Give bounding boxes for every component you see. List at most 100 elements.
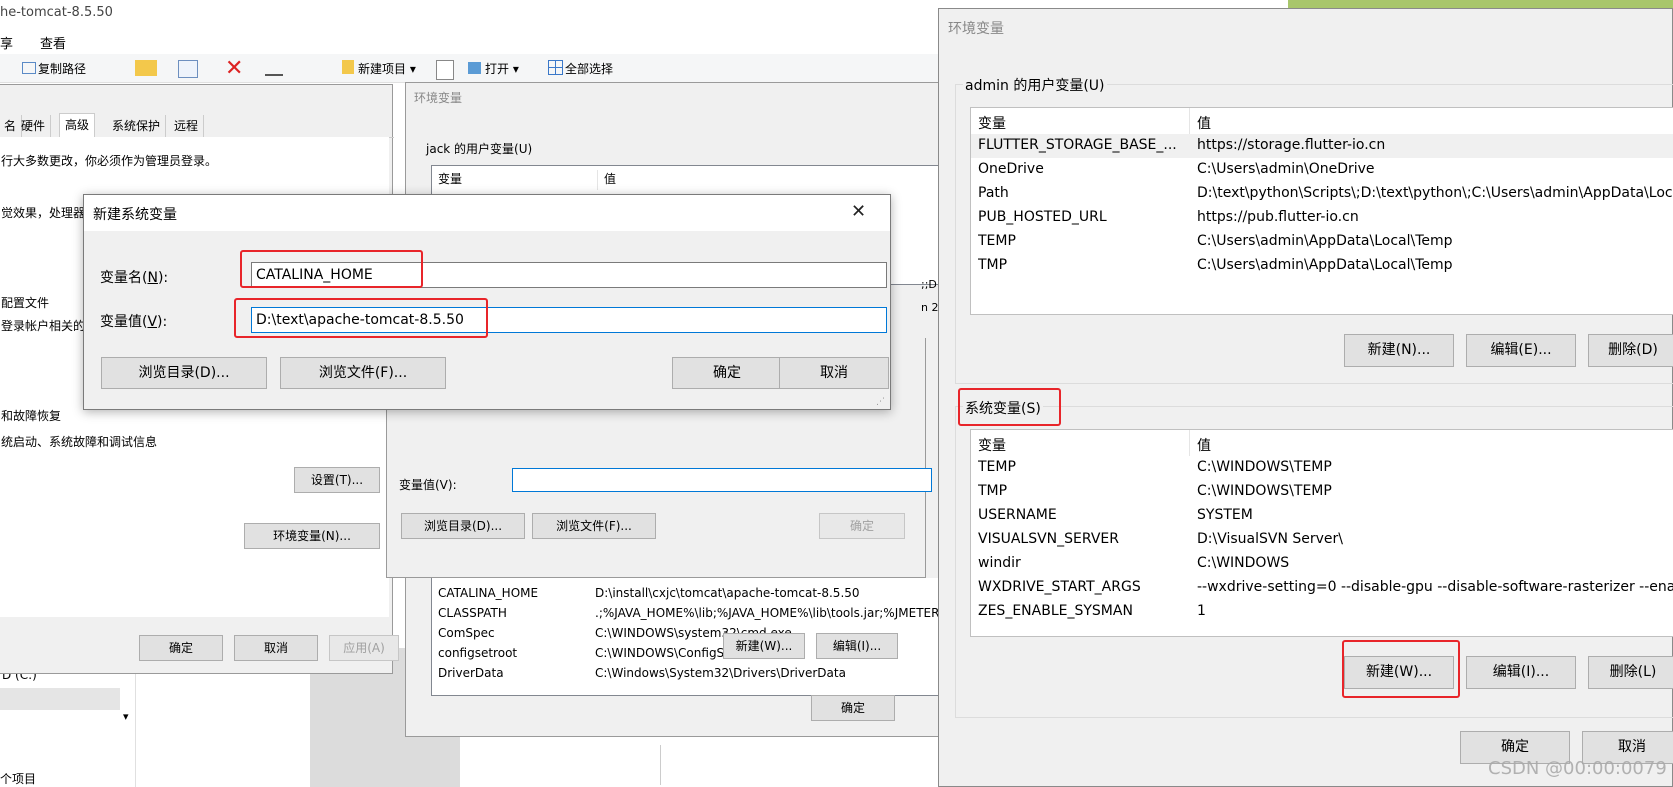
table-row[interactable]: TEMP C:\Users\admin\AppData\Local\Temp xyxy=(971,230,1673,254)
var-value: C:\Users\admin\AppData\Local\Temp xyxy=(1197,233,1453,249)
var-name: VISUALSVN_SERVER xyxy=(978,531,1119,547)
table-row[interactable]: OneDrive C:\Users\admin\OneDrive xyxy=(971,158,1673,182)
name-label-post: ): xyxy=(157,270,169,286)
sysprops-ok-button[interactable]: 确定 xyxy=(139,635,223,661)
system-edit-button[interactable]: 编辑(I)... xyxy=(1466,656,1576,689)
ribbon-open[interactable]: 打开 ▾ xyxy=(485,60,519,77)
rename-icon[interactable] xyxy=(265,60,283,76)
copy-icon xyxy=(178,60,198,78)
var-name: WXDRIVE_START_ARGS xyxy=(978,579,1141,595)
table-row[interactable]: TEMP C:\WINDOWS\TEMP xyxy=(971,456,1673,480)
var-name: ComSpec xyxy=(438,626,495,640)
old-value-input[interactable] xyxy=(512,468,932,492)
table-row[interactable]: windir C:\WINDOWS xyxy=(971,552,1673,576)
highlight-name-input xyxy=(240,250,423,288)
name-label-key: N xyxy=(147,270,158,286)
table-row[interactable]: DriverData C:\Windows\System32\Drivers\D… xyxy=(432,666,950,686)
tab-system-protection[interactable]: 系统保护 xyxy=(107,115,167,137)
table-row[interactable]: VISUALSVN_SERVER D:\VisualSVN Server\ xyxy=(971,528,1673,552)
new-var-ok-button[interactable]: 确定 xyxy=(672,357,782,389)
properties-icon[interactable] xyxy=(436,60,454,80)
env-back-edit-button[interactable]: 编辑(I)... xyxy=(816,633,898,659)
table-row[interactable]: PUB_HOSTED_URL https://pub.flutter-io.cn xyxy=(971,206,1673,230)
user-delete-button[interactable]: 删除(D) xyxy=(1588,334,1673,367)
col-header-variable[interactable]: 变量 xyxy=(978,435,1006,455)
desktop-green-strip xyxy=(1288,0,1673,8)
sysprops-apply-button[interactable]: 应用(A) xyxy=(329,635,399,661)
system-vars-list[interactable]: 变量 值 TEMP C:\WINDOWS\TEMP TMP C:\WINDOWS… xyxy=(970,429,1673,637)
sysprops-cancel-button[interactable]: 取消 xyxy=(234,635,318,661)
browse-file-button[interactable]: 浏览文件(F)... xyxy=(280,357,446,389)
value-label-pre: 变量值( xyxy=(100,314,148,330)
col-divider xyxy=(1189,430,1190,456)
nav-selected-row[interactable] xyxy=(0,688,120,710)
table-row[interactable]: TMP C:\WINDOWS\TEMP xyxy=(971,480,1673,504)
old-browse-dir-button[interactable]: 浏览目录(D)... xyxy=(401,513,525,539)
table-row[interactable]: USERNAME SYSTEM xyxy=(971,504,1673,528)
tab-hardware[interactable]: 硬件 xyxy=(16,115,52,137)
env-back-new-button[interactable]: 新建(W)... xyxy=(723,633,805,659)
env-back-title: 环境变量 xyxy=(414,91,463,105)
environment-variables-button[interactable]: 环境变量(N)... xyxy=(244,523,380,549)
table-row[interactable]: Path D:\text\python\Scripts\;D:\text\pyt… xyxy=(971,182,1673,206)
env-back-col-val[interactable]: 值 xyxy=(597,170,616,190)
ribbon-new-item[interactable]: 新建项目 ▾ xyxy=(358,60,416,77)
startup-settings-button[interactable]: 设置(T)... xyxy=(294,467,380,493)
user-edit-button[interactable]: 编辑(E)... xyxy=(1466,334,1576,367)
value-label-post: ): xyxy=(157,314,168,330)
delete-icon[interactable]: ✕ xyxy=(225,56,243,81)
explorer-menu-view[interactable]: 查看 xyxy=(40,33,66,52)
user-vars-list[interactable]: 变量 值 FLUTTER_STORAGE_BASE_... https://st… xyxy=(970,107,1673,315)
explorer-divider xyxy=(660,745,661,785)
resize-grip-icon[interactable]: ⋰ xyxy=(876,397,885,407)
user-new-button[interactable]: 新建(N)... xyxy=(1344,334,1454,367)
var-value: D:\text\python\Scripts\;D:\text\python\;… xyxy=(1197,185,1673,201)
table-row[interactable]: WXDRIVE_START_ARGS --wxdrive-setting=0 -… xyxy=(971,576,1673,600)
col-header-value[interactable]: 值 xyxy=(1197,435,1211,455)
var-value: --wxdrive-setting=0 --disable-gpu --disa… xyxy=(1197,579,1673,595)
col-divider xyxy=(1189,108,1190,134)
env-back-col-var[interactable]: 变量 xyxy=(438,170,462,187)
col-header-value[interactable]: 值 xyxy=(1197,113,1211,133)
table-row[interactable]: CATALINA_HOME D:\install\cxjc\tomcat\apa… xyxy=(432,586,950,606)
env-main-title: 环境变量 xyxy=(948,21,1004,37)
user-vars-group-label: admin 的用户变量(U) xyxy=(963,75,1107,95)
browse-directory-button[interactable]: 浏览目录(D)... xyxy=(101,357,267,389)
table-row[interactable]: CLASSPATH .;%JAVA_HOME%\lib;%JAVA_HOME%\… xyxy=(432,606,950,626)
close-icon[interactable]: ✕ xyxy=(851,201,866,222)
new-var-cancel-button[interactable]: 取消 xyxy=(779,357,889,389)
col-header-variable[interactable]: 变量 xyxy=(978,113,1006,133)
new-var-title: 新建系统变量 xyxy=(93,207,177,223)
system-delete-button[interactable]: 删除(L) xyxy=(1588,656,1673,689)
startup-label: 和故障恢复 xyxy=(1,409,62,423)
env-back-user-group: jack 的用户变量(U) xyxy=(426,142,533,156)
table-row[interactable]: TMP C:\Users\admin\AppData\Local\Temp xyxy=(971,254,1673,278)
old-value-label: 变量值(V): xyxy=(399,478,457,492)
tab-remote[interactable]: 远程 xyxy=(169,115,205,137)
old-browse-file-button[interactable]: 浏览文件(F)... xyxy=(532,513,656,539)
explorer-ribbon: 复制路径 ✕ 新建项目 ▾ 打开 ▾ 全部选择 xyxy=(0,54,940,83)
var-name: TMP xyxy=(978,483,1008,499)
var-name: PUB_HOSTED_URL xyxy=(978,209,1107,225)
tab-advanced[interactable]: 高级 xyxy=(59,113,96,139)
admin-note: 行大多数更改，你必须作为管理员登录。 xyxy=(1,154,218,168)
var-name: CLASSPATH xyxy=(438,606,507,620)
table-row[interactable]: FLUTTER_STORAGE_BASE_... https://storage… xyxy=(971,134,1673,158)
startup-text: 统启动、系统故障和调试信息 xyxy=(1,435,158,449)
ribbon-select-all[interactable]: 全部选择 xyxy=(565,60,613,77)
explorer-title: he-tomcat-8.5.50 xyxy=(0,5,113,20)
explorer-item-count: 个项目 xyxy=(0,772,37,786)
var-value: C:\WINDOWS xyxy=(1197,555,1290,571)
table-row[interactable]: ZES_ENABLE_SYSMAN 1 xyxy=(971,600,1673,624)
var-value: .;%JAVA_HOME%\lib;%JAVA_HOME%\lib\tools.… xyxy=(595,606,950,620)
old-ok-button[interactable]: 确定 xyxy=(819,513,905,539)
nav-scroll-down-icon[interactable]: ▾ xyxy=(123,710,129,723)
copy-path-icon xyxy=(22,62,36,74)
select-all-icon xyxy=(548,60,563,75)
var-value: C:\Users\admin\AppData\Local\Temp xyxy=(1197,257,1453,273)
var-value: C:\WINDOWS\TEMP xyxy=(1197,459,1332,475)
explorer-menu-share[interactable]: 享 xyxy=(0,33,13,52)
env-back-ok-button[interactable]: 确定 xyxy=(811,695,895,721)
ribbon-copy-path[interactable]: 复制路径 xyxy=(38,60,86,77)
csdn-watermark: CSDN @00:00:0079 xyxy=(1488,758,1667,779)
